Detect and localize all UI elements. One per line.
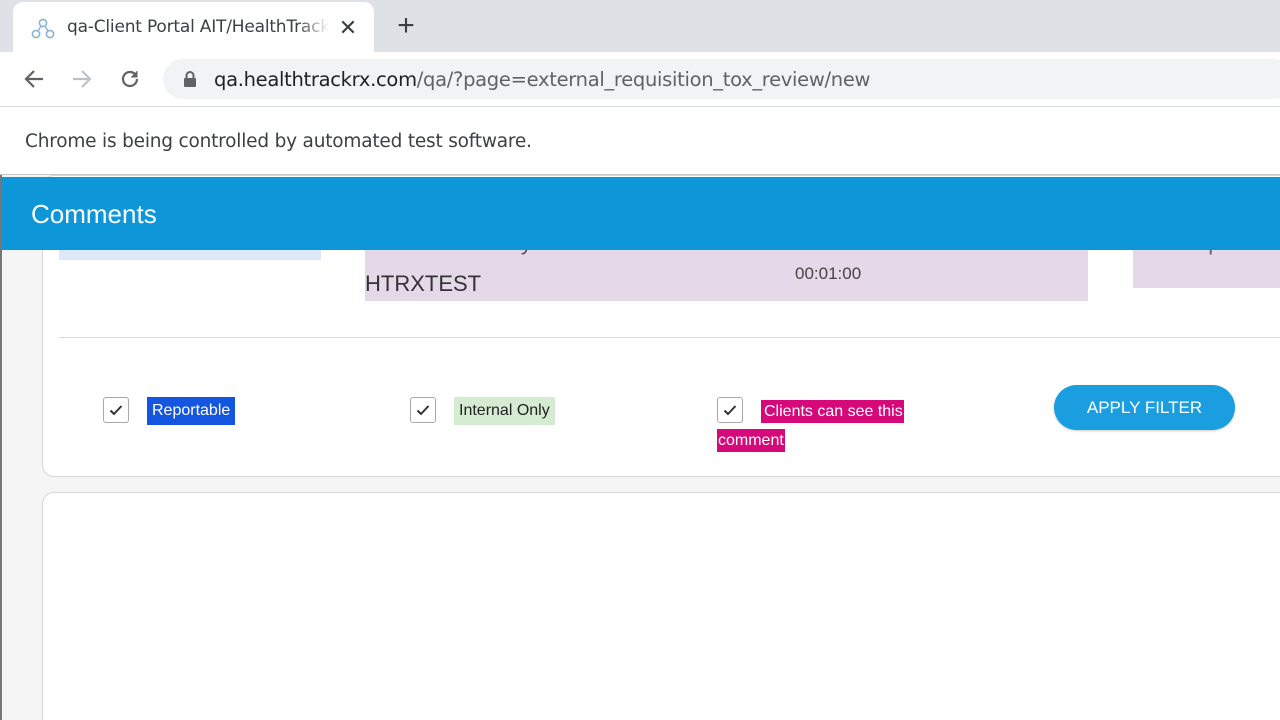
url-text: qa.healthtrackrx.com/qa/?page=external_r… (214, 68, 870, 91)
page-content: Patient: Baby HTRXTEST 00:01:00 Sample R… (0, 175, 1280, 720)
forward-arrow-icon[interactable] (67, 64, 97, 94)
internal-only-checkbox[interactable] (410, 397, 436, 423)
checkmark-icon (416, 405, 430, 416)
url-path: /qa/?page=external_requisition_tox_revie… (416, 68, 871, 91)
url-host: qa.healthtrackrx.com (214, 68, 417, 91)
page-edge (0, 175, 2, 720)
automation-infobar: Chrome is being controlled by automated … (0, 108, 1280, 175)
back-arrow-icon[interactable] (19, 64, 49, 94)
browser-tab[interactable]: qa-Client Portal AIT/HealthTrackRx ✕ (13, 2, 374, 52)
divider (59, 337, 1280, 338)
plus-icon[interactable]: + (392, 11, 420, 41)
tab-title: qa-Client Portal AIT/HealthTrackRx (67, 17, 329, 37)
patient-time: 00:01:00 (795, 264, 862, 283)
page-title: Comments (31, 199, 157, 229)
close-icon[interactable]: ✕ (336, 16, 360, 40)
infobar-text: Chrome is being controlled by automated … (25, 131, 532, 152)
reportable-checkbox[interactable] (103, 397, 129, 423)
reportable-tag: Reportable (147, 397, 236, 425)
reload-icon[interactable] (115, 64, 145, 94)
clients-can-see-tag: Clients can see this comment (717, 397, 909, 455)
browser-toolbar: qa.healthtrackrx.com/qa/?page=external_r… (0, 52, 1280, 107)
comments-list-card (42, 492, 1280, 720)
apply-filter-button[interactable]: APPLY FILTER (1054, 385, 1235, 430)
address-bar[interactable]: qa.healthtrackrx.com/qa/?page=external_r… (163, 59, 1280, 99)
app-favicon-icon (31, 18, 55, 39)
comments-header: Comments (2, 177, 1280, 250)
internal-only-tag: Internal Only (454, 397, 555, 425)
checkmark-icon (109, 405, 123, 416)
patient-name: HTRXTEST (365, 271, 482, 296)
clients-can-see-label: Clients can see this comment (717, 400, 904, 452)
tab-strip: qa-Client Portal AIT/HealthTrackRx ✕ + (0, 0, 1280, 52)
lock-icon (184, 71, 196, 87)
